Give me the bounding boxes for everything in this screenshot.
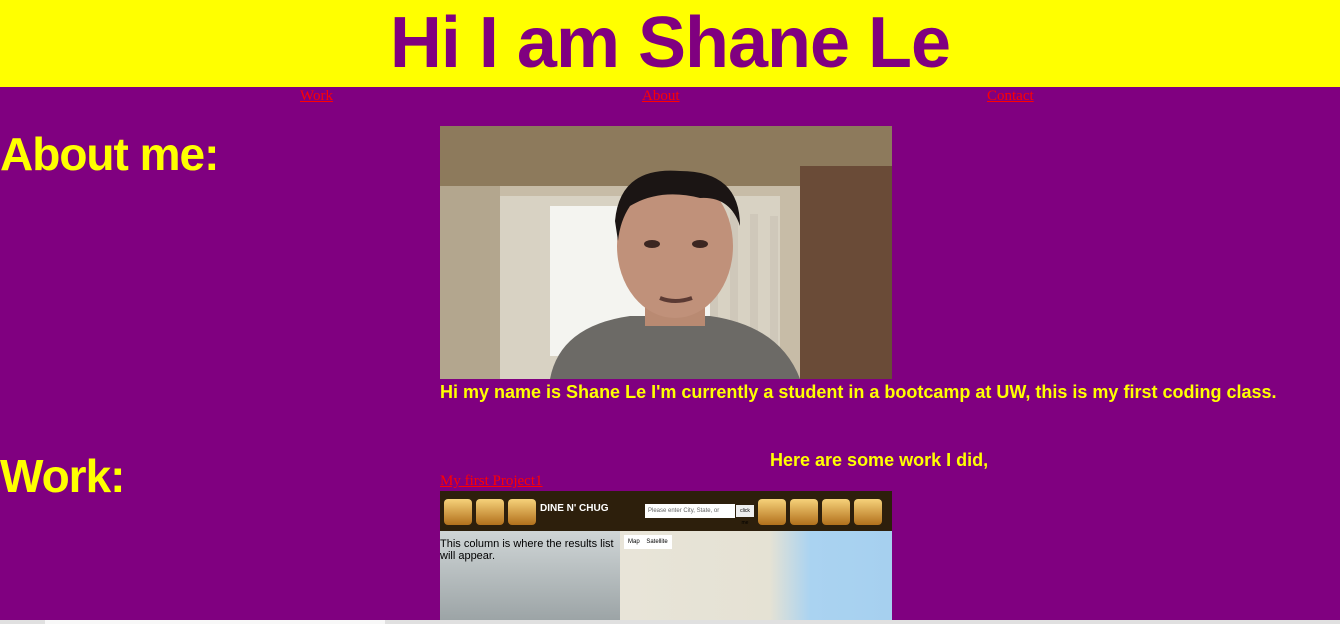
satellite-tab: Satellite — [646, 539, 668, 545]
header: Hi I am Shane Le — [0, 0, 1340, 87]
project-screenshot-header: DINE N' CHUG Please enter City, State, o… — [440, 491, 892, 531]
project-screenshot[interactable]: DINE N' CHUG Please enter City, State, o… — [440, 491, 892, 624]
about-heading: About me: — [0, 128, 219, 180]
project-search-field: Please enter City, State, or — [645, 504, 735, 518]
map-tab: Map — [628, 539, 640, 545]
horizontal-scrollbar[interactable] — [0, 620, 1340, 624]
nav-bar: Work About Contact — [0, 88, 1340, 108]
nav-link-work[interactable]: Work — [300, 88, 333, 105]
project-map-tabs: Map Satellite — [624, 535, 672, 549]
nav-link-contact[interactable]: Contact — [987, 88, 1034, 105]
project-logo: DINE N' CHUG — [540, 503, 609, 514]
page-title: Hi I am Shane Le — [389, 3, 951, 83]
nav-link-about[interactable]: About — [642, 88, 680, 105]
project-search-button: click me — [736, 505, 754, 526]
scrollbar-thumb[interactable] — [45, 620, 385, 624]
profile-photo — [440, 126, 892, 379]
project-results-text: This column is where the results list wi… — [440, 538, 614, 562]
bio-text: Hi my name is Shane Le I'm currently a s… — [440, 382, 1277, 402]
work-heading: Work: — [0, 450, 125, 502]
project-link[interactable]: My first Project1 — [440, 473, 543, 490]
project-results-column: This column is where the results list wi… — [440, 531, 620, 624]
work-intro-text: Here are some work I did, — [770, 450, 989, 470]
project-map: Map Satellite — [620, 531, 892, 624]
